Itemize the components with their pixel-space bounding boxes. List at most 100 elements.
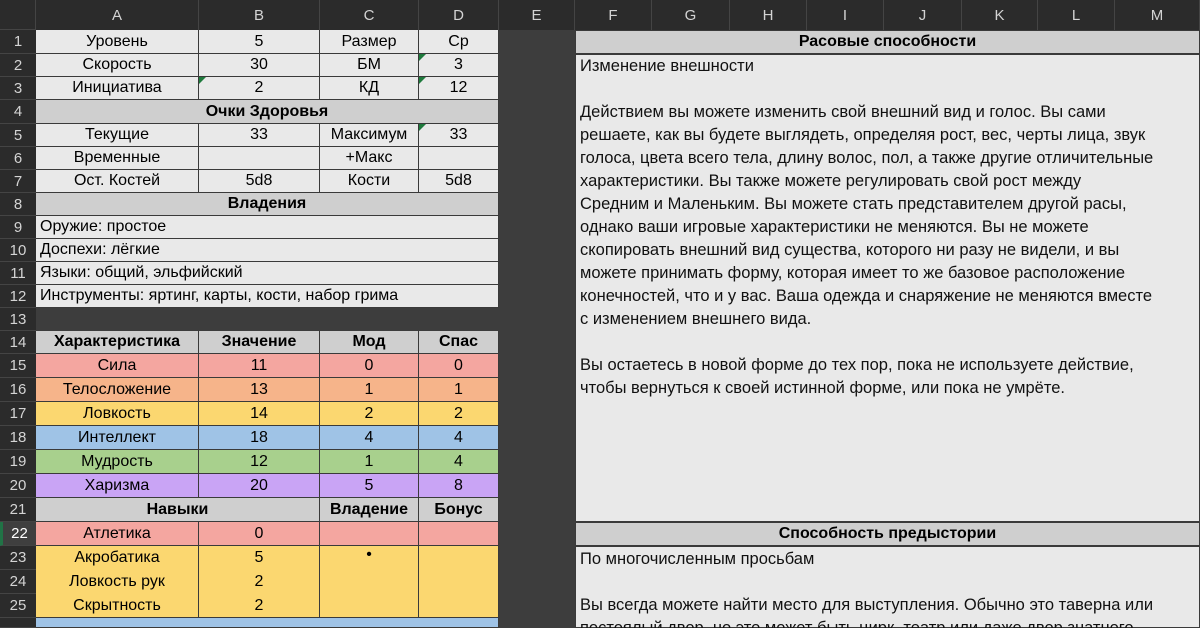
temp-hp-value[interactable] <box>199 147 320 170</box>
column-header-g[interactable]: G <box>652 0 730 30</box>
armor-class-value[interactable]: 12 <box>419 77 499 100</box>
row-header[interactable]: 19 <box>0 450 36 474</box>
row-header[interactable]: 8 <box>0 193 36 216</box>
bonus-max-value[interactable] <box>419 147 499 170</box>
row-header[interactable]: 24 <box>0 570 36 594</box>
ability-value[interactable]: 18 <box>199 426 320 450</box>
column-header-h[interactable]: H <box>730 0 807 30</box>
max-hp-value[interactable]: 33 <box>419 124 499 147</box>
ability-mod[interactable]: 0 <box>320 354 419 378</box>
ability-save[interactable]: 4 <box>419 450 499 474</box>
row-header[interactable]: 21 <box>0 498 36 522</box>
skill-proficiency[interactable] <box>320 522 419 546</box>
ability-mod[interactable]: 2 <box>320 402 419 426</box>
row-header[interactable]: 6 <box>0 147 36 170</box>
row-header[interactable]: 23 <box>0 546 36 570</box>
racial-abilities-title: Расовые способности <box>575 30 1200 54</box>
skill-value[interactable]: 0 <box>199 522 320 546</box>
row-header-partial[interactable] <box>0 618 36 628</box>
column-header-l[interactable]: L <box>1038 0 1115 30</box>
ability-mod[interactable]: 4 <box>320 426 419 450</box>
skill-bonus[interactable] <box>419 594 499 618</box>
column-header-d[interactable]: D <box>419 0 499 30</box>
initiative-value[interactable]: 2 <box>199 77 320 100</box>
skill-value[interactable]: 2 <box>199 570 320 594</box>
ability-save[interactable]: 8 <box>419 474 499 498</box>
row-header[interactable]: 17 <box>0 402 36 426</box>
skill-proficiency-header: Владение <box>320 498 419 522</box>
ability-mod[interactable]: 1 <box>320 378 419 402</box>
column-header-i[interactable]: I <box>807 0 884 30</box>
empty-row <box>36 308 499 331</box>
ability-save[interactable]: 1 <box>419 378 499 402</box>
ability-save[interactable]: 0 <box>419 354 499 378</box>
select-all-corner[interactable] <box>0 0 36 30</box>
skill-value[interactable]: 5 <box>199 546 320 570</box>
row-header[interactable]: 10 <box>0 239 36 262</box>
weapons-proficiency[interactable]: Оружие: простое <box>36 216 499 239</box>
column-header-e[interactable]: E <box>499 0 575 30</box>
ability-value[interactable]: 11 <box>199 354 320 378</box>
speed-value[interactable]: 30 <box>199 54 320 77</box>
row-header-selected[interactable]: 22 <box>0 522 36 546</box>
bonus-max-label: +Макс <box>320 147 419 170</box>
column-header-f[interactable]: F <box>575 0 652 30</box>
column-header-j[interactable]: J <box>884 0 962 30</box>
hit-dice-value[interactable]: 5d8 <box>419 170 499 193</box>
proficiency-bonus-value[interactable]: 3 <box>419 54 499 77</box>
ability-value[interactable]: 12 <box>199 450 320 474</box>
ability-value[interactable]: 14 <box>199 402 320 426</box>
armor-proficiency[interactable]: Доспехи: лёгкие <box>36 239 499 262</box>
size-value[interactable]: Ср <box>419 30 499 54</box>
current-hp-value[interactable]: 33 <box>199 124 320 147</box>
row-header[interactable]: 16 <box>0 378 36 402</box>
ability-mod[interactable]: 1 <box>320 450 419 474</box>
size-label: Размер <box>320 30 419 54</box>
level-label: Уровень <box>36 30 199 54</box>
column-header-m[interactable]: M <box>1115 0 1200 30</box>
skill-bonus[interactable] <box>419 546 499 570</box>
ability-value[interactable]: 20 <box>199 474 320 498</box>
ability-mod[interactable]: 5 <box>320 474 419 498</box>
row-header[interactable]: 13 <box>0 308 36 331</box>
column-header-b[interactable]: B <box>199 0 320 30</box>
skill-value[interactable]: 2 <box>199 594 320 618</box>
row-header[interactable]: 9 <box>0 216 36 239</box>
skill-name: Скрытность <box>36 594 199 618</box>
empty-column-e <box>499 30 575 628</box>
column-header-a[interactable]: A <box>36 0 199 30</box>
skill-bonus[interactable] <box>419 522 499 546</box>
row-header[interactable]: 14 <box>0 331 36 354</box>
languages-proficiency[interactable]: Языки: общий, эльфийский <box>36 262 499 285</box>
row-header[interactable]: 1 <box>0 30 36 54</box>
ability-save[interactable]: 2 <box>419 402 499 426</box>
ability-name: Сила <box>36 354 199 378</box>
skill-proficiency[interactable] <box>320 594 419 618</box>
row-header[interactable]: 7 <box>0 170 36 193</box>
row-header[interactable]: 3 <box>0 77 36 100</box>
column-header-k[interactable]: K <box>962 0 1038 30</box>
row-header[interactable]: 15 <box>0 354 36 378</box>
level-value[interactable]: 5 <box>199 30 320 54</box>
skill-proficiency[interactable]: • <box>320 546 419 570</box>
row-header[interactable]: 5 <box>0 124 36 147</box>
proficiency-bonus-label: БМ <box>320 54 419 77</box>
skill-name: Ловкость рук <box>36 570 199 594</box>
skill-bonus-header: Бонус <box>419 498 499 522</box>
ability-save[interactable]: 4 <box>419 426 499 450</box>
row-header[interactable]: 25 <box>0 594 36 618</box>
skill-bonus[interactable] <box>419 570 499 594</box>
tools-proficiency[interactable]: Инструменты: яртинг, карты, кости, набор… <box>36 285 499 308</box>
ability-value[interactable]: 13 <box>199 378 320 402</box>
current-hp-label: Текущие <box>36 124 199 147</box>
row-header[interactable]: 4 <box>0 100 36 124</box>
row-header[interactable]: 12 <box>0 285 36 308</box>
remaining-dice-value[interactable]: 5d8 <box>199 170 320 193</box>
row-header[interactable]: 11 <box>0 262 36 285</box>
column-header-c[interactable]: C <box>320 0 419 30</box>
background-ability-title: Способность предыстории <box>575 522 1200 546</box>
skill-proficiency[interactable] <box>320 570 419 594</box>
row-header[interactable]: 2 <box>0 54 36 77</box>
row-header[interactable]: 20 <box>0 474 36 498</box>
row-header[interactable]: 18 <box>0 426 36 450</box>
